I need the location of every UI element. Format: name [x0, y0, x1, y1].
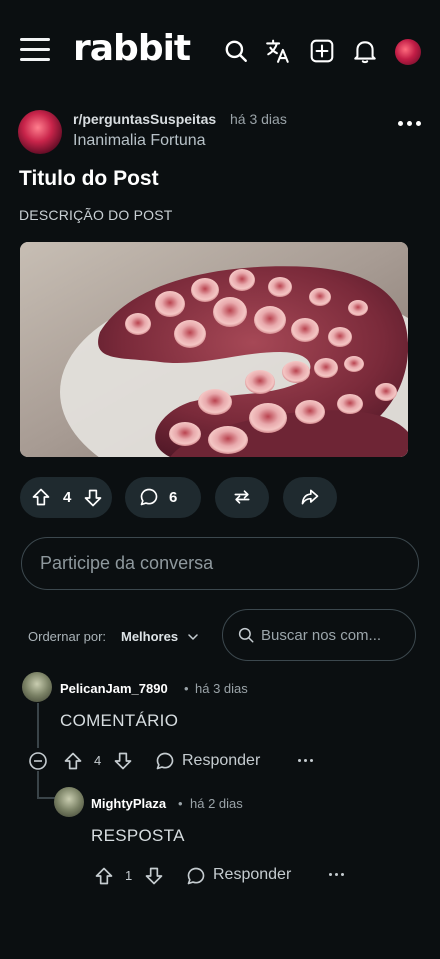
share-button[interactable]	[283, 477, 337, 518]
comments-button[interactable]: 6	[125, 477, 201, 518]
downvote-icon[interactable]	[83, 488, 103, 513]
reply-button[interactable]: Responder	[182, 752, 260, 770]
subreddit-avatar[interactable]	[18, 110, 62, 154]
translate-icon[interactable]	[265, 38, 291, 64]
post-time: há 3 dias	[230, 111, 287, 127]
reply-icon[interactable]	[155, 751, 175, 776]
app-logo[interactable]: rabbit	[73, 28, 191, 69]
user-avatar[interactable]	[395, 39, 421, 65]
sort-label: Ordernar por:	[28, 629, 107, 644]
comment-body: COMENTÁRIO	[60, 711, 179, 730]
chevron-down-icon[interactable]	[187, 631, 199, 643]
upvote-icon[interactable]	[63, 751, 83, 776]
reply-author[interactable]: MightyPlaza	[91, 796, 166, 811]
post-author[interactable]: Inanimalia Fortuna	[73, 132, 206, 150]
subreddit-name[interactable]: r/perguntasSuspeitas	[73, 111, 216, 127]
search-comments-input[interactable]: Buscar nos com...	[222, 609, 416, 661]
downvote-icon[interactable]	[144, 866, 164, 891]
comment-vote-count: 4	[94, 753, 102, 768]
reply-body: RESPOSTA	[91, 826, 185, 845]
upvote-icon[interactable]	[94, 866, 114, 891]
search-icon	[238, 627, 254, 643]
comment-more-icon[interactable]	[298, 759, 313, 762]
upvote-icon[interactable]	[31, 487, 51, 512]
crosspost-icon	[232, 487, 252, 512]
reply-avatar[interactable]	[54, 787, 84, 817]
crosspost-button[interactable]	[215, 477, 269, 518]
reply-time: há 2 dias	[190, 796, 243, 811]
sort-dropdown[interactable]: Melhores	[121, 629, 178, 644]
comment-author[interactable]: PelicanJam_7890	[60, 681, 168, 696]
create-post-icon[interactable]	[309, 38, 335, 64]
reply-more-icon[interactable]	[329, 873, 344, 876]
post-comment-count: 6	[169, 489, 178, 506]
downvote-icon[interactable]	[113, 751, 133, 776]
reply-button[interactable]: Responder	[213, 866, 291, 884]
post-image[interactable]	[20, 242, 408, 457]
menu-icon[interactable]	[20, 38, 50, 64]
top-header: rabbit	[0, 0, 440, 104]
post-description: DESCRIÇÃO DO POST	[19, 207, 173, 223]
thread-line[interactable]	[37, 771, 39, 799]
reply-vote-count: 1	[125, 868, 133, 883]
search-comments-placeholder: Buscar nos com...	[261, 626, 382, 644]
thread-line[interactable]	[37, 703, 39, 748]
post-vote-count: 4	[63, 489, 72, 506]
vote-bar: 4	[20, 477, 112, 518]
reply-time-dot: •	[178, 796, 183, 811]
search-icon[interactable]	[223, 38, 249, 64]
comment-avatar[interactable]	[22, 672, 52, 702]
comment-time-dot: •	[184, 681, 189, 696]
bell-icon[interactable]	[352, 38, 378, 64]
post-title: Titulo do Post	[19, 167, 159, 190]
comment-icon	[139, 487, 159, 512]
join-conversation-input[interactable]: Participe da conversa	[21, 537, 419, 590]
thread-connector	[37, 797, 55, 799]
more-options-icon[interactable]	[398, 116, 422, 130]
comment-time: há 3 dias	[195, 681, 248, 696]
share-icon	[300, 487, 320, 512]
reply-icon[interactable]	[186, 866, 206, 891]
